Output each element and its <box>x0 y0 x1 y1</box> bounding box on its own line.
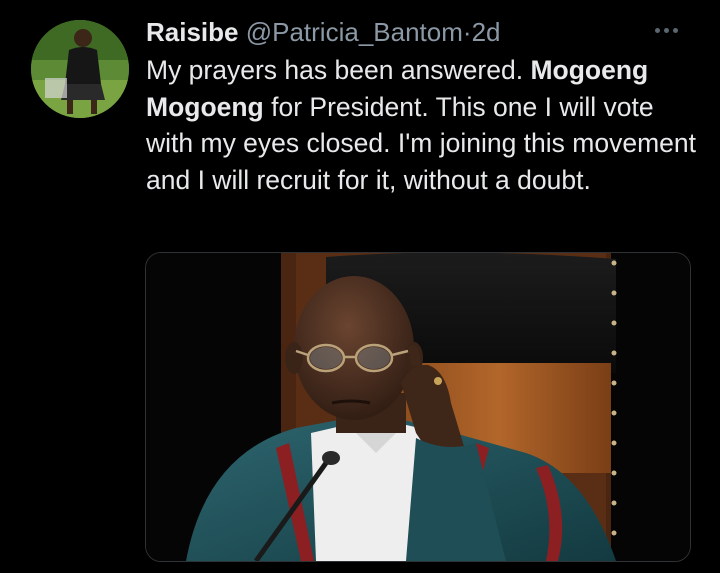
author-name[interactable]: Raisibe <box>146 17 239 47</box>
tweet-header: Raisibe @Patricia_Bantom·2d <box>146 14 686 50</box>
author-handle[interactable]: @Patricia_Bantom <box>246 17 463 47</box>
tweet-text: My prayers has been answered. Mogoeng Mo… <box>146 52 706 198</box>
tweet-timestamp[interactable]: 2d <box>472 17 501 47</box>
tweet-content: Raisibe @Patricia_Bantom·2d My prayers h… <box>146 14 696 198</box>
avatar[interactable] <box>31 20 129 118</box>
tweet[interactable]: Raisibe @Patricia_Bantom·2d My prayers h… <box>0 0 720 573</box>
tweet-text-part1: My prayers has been answered. <box>146 55 531 85</box>
more-horizontal-icon[interactable] <box>655 22 689 38</box>
header-separator: · <box>462 17 472 47</box>
tweet-media-photo[interactable] <box>145 252 691 562</box>
